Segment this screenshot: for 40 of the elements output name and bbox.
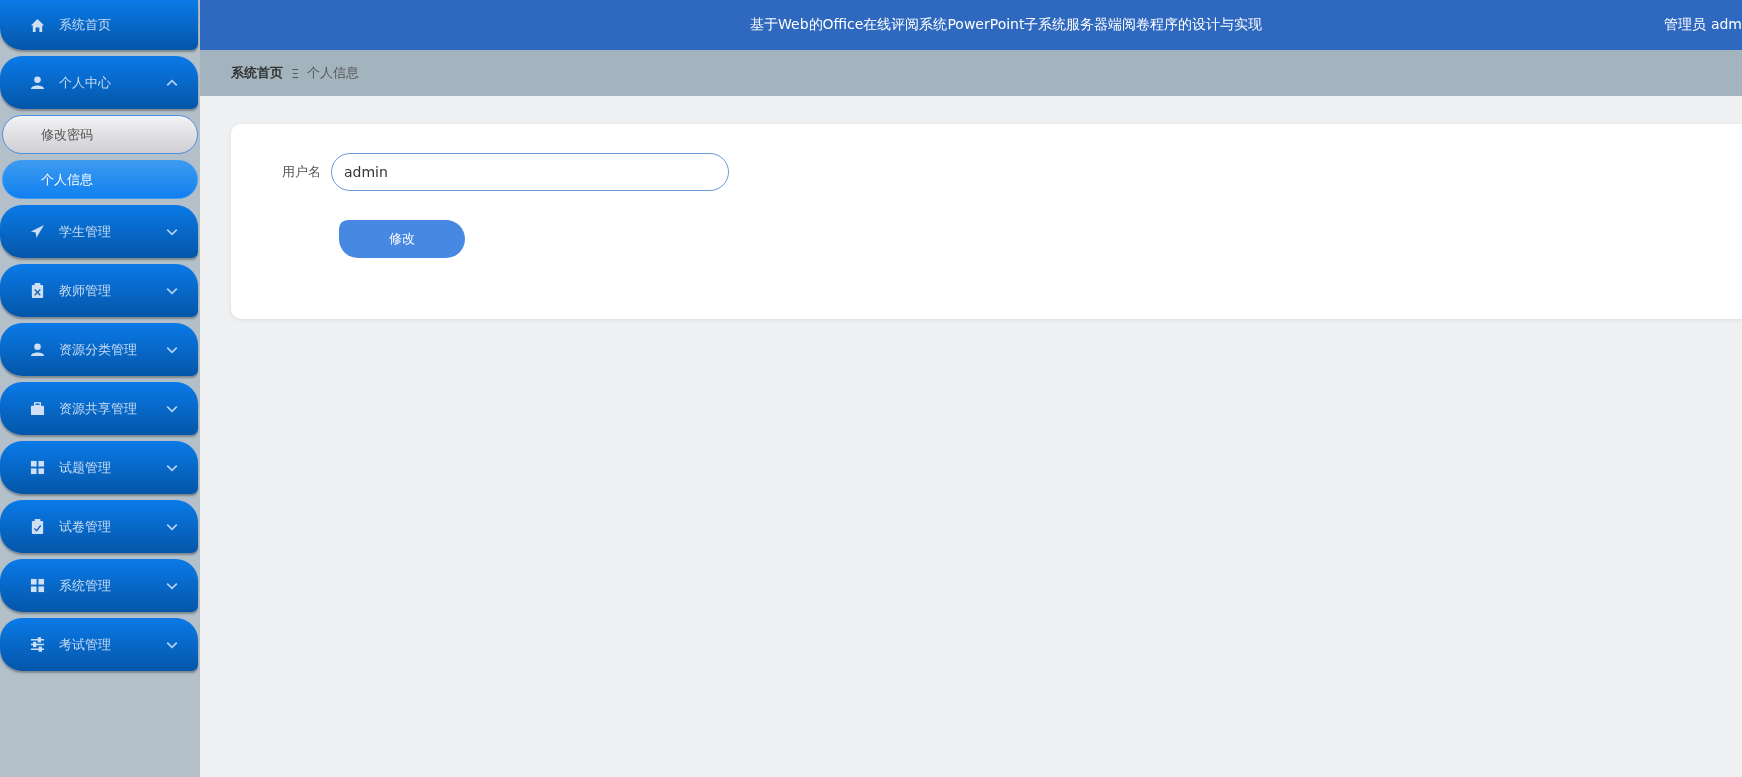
sidebar-item[interactable]: 个人中心 <box>0 56 198 109</box>
grid-icon <box>30 578 45 593</box>
submit-button[interactable]: 修改 <box>339 220 465 258</box>
app-title: 基于Web的Office在线评阅系统PowerPoint子系统服务器端阅卷程序的设计与实现 <box>750 16 1263 34</box>
sidebar-item[interactable]: 试卷管理 <box>0 500 198 553</box>
breadcrumb-item[interactable]: 系统首页 <box>231 64 283 82</box>
sidebar-item[interactable]: 考试管理 <box>0 618 198 671</box>
menu-label: 教师管理 <box>59 281 112 300</box>
field-label: 用户名 <box>281 163 322 181</box>
input-field[interactable]: admin <box>331 153 729 191</box>
clipboard-check-icon <box>30 519 45 534</box>
briefcase-icon <box>30 401 45 416</box>
sidebar-item[interactable]: 资源共享管理 <box>0 382 198 435</box>
menu-label: 资源共享管理 <box>59 399 138 418</box>
breadcrumb-item: 个人信息 <box>307 64 360 82</box>
submenu-item[interactable]: 个人信息 <box>2 160 198 199</box>
menu-label: 学生管理 <box>59 222 112 241</box>
user-icon <box>30 342 45 357</box>
sidebar-item[interactable]: 系统管理 <box>0 559 198 612</box>
menu-label: 考试管理 <box>59 635 112 654</box>
sidebar-item[interactable]: 试题管理 <box>0 441 198 494</box>
menu-label: 资源分类管理 <box>59 340 138 359</box>
menu-label: 试题管理 <box>59 458 112 477</box>
menu-label: 系统首页 <box>59 16 112 34</box>
clipboard-icon <box>30 283 45 298</box>
menu-label: 试卷管理 <box>59 517 112 536</box>
menu-label: 个人中心 <box>59 73 112 92</box>
home-icon <box>30 17 45 33</box>
sidebar-item[interactable]: 资源分类管理 <box>0 323 198 376</box>
sidebar-item[interactable]: 教师管理 <box>0 264 198 317</box>
user-icon <box>30 75 45 90</box>
grid-icon <box>30 460 45 475</box>
submenu-item[interactable]: 修改密码 <box>2 115 198 154</box>
sidebar-item[interactable]: 系统首页 <box>0 0 198 50</box>
paper-plane-icon <box>30 224 45 239</box>
breadcrumb-separator: Ξ <box>291 65 300 81</box>
menu-label: 系统管理 <box>59 576 112 595</box>
sliders-icon <box>30 637 45 652</box>
sidebar-item[interactable]: 学生管理 <box>0 205 198 258</box>
user-label[interactable]: 管理员 adm <box>1664 16 1742 34</box>
